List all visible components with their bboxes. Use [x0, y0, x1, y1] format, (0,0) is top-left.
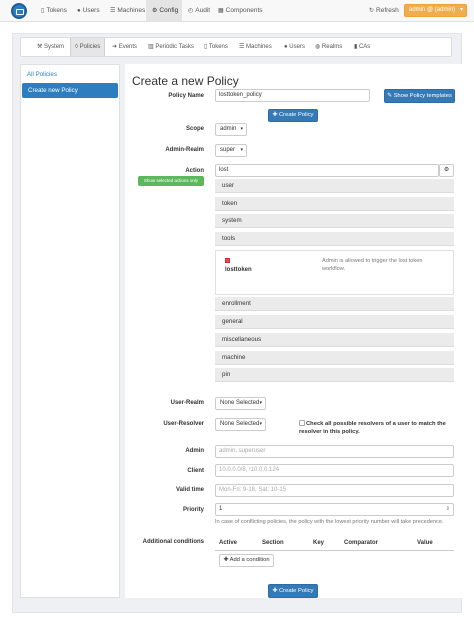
spinner-icon[interactable]: ⇕ — [446, 504, 450, 515]
token-icon: ▯ — [41, 8, 45, 14]
action-filter-input[interactable]: lost — [215, 164, 439, 177]
nav-components[interactable]: ▦ Components — [215, 0, 266, 22]
client-input[interactable]: 10.0.0.0/8, !10.0.0.124 — [215, 464, 454, 477]
user-icon: ● — [77, 8, 81, 14]
caret-down-icon: ▾ — [459, 7, 463, 13]
machine-icon: ☰ — [110, 8, 116, 14]
section-enrollment[interactable]: enrollment — [215, 297, 454, 311]
privacyidea-logo-icon[interactable] — [11, 3, 27, 19]
conditions-header-section: Section — [262, 540, 284, 546]
priority-label: Priority — [182, 507, 204, 513]
caret-down-icon: ▾ — [240, 147, 243, 153]
subnav-cas[interactable]: ▮ CAs — [354, 38, 370, 56]
losttoken-action-name: losttoken — [225, 267, 252, 273]
admin-realm-select[interactable]: super ▾ — [215, 144, 247, 157]
conditions-header-value: Value — [417, 540, 433, 546]
add-condition-button[interactable]: ✚ Add a condition — [219, 554, 274, 567]
subnav-realms[interactable]: ◍ Realms — [315, 38, 342, 56]
user-realm-label: User-Realm — [170, 400, 204, 406]
sidebar-item-create-new-policy[interactable]: Create new Policy — [22, 83, 118, 98]
caret-down-icon: ▾ — [259, 421, 262, 427]
check-all-resolvers-text-line2: resolver in this policy. — [299, 429, 360, 435]
priority-help-text: In case of conflicting policies, the pol… — [215, 519, 444, 525]
conditions-header-divider — [215, 550, 454, 551]
losttoken-checkbox[interactable] — [225, 258, 230, 263]
section-miscellaneous[interactable]: miscellaneous — [215, 333, 454, 347]
caret-down-icon: ▾ — [240, 126, 243, 132]
admin-input[interactable]: admin, superuser — [215, 445, 454, 458]
wrench-icon: ⚒ — [37, 44, 45, 50]
conditions-header-comparator: Comparator — [344, 540, 379, 546]
conditions-header-active: Active — [219, 540, 238, 546]
subnav-users[interactable]: ● Users — [284, 38, 305, 56]
refresh-icon: ↻ — [369, 8, 375, 14]
user-realm-select[interactable]: None Selected ▾ — [215, 397, 266, 410]
policy-sidebar: All Policies Create new Policy — [20, 64, 120, 598]
valid-time-label: Valid time — [175, 487, 204, 493]
action-label: Action — [185, 168, 204, 174]
section-user[interactable]: user — [215, 179, 454, 193]
scope-select[interactable]: admin ▾ — [215, 123, 247, 136]
events-icon: ➔ — [112, 44, 119, 50]
main-panel — [125, 64, 462, 598]
client-label: Client — [187, 468, 204, 474]
scope-label: Scope — [185, 126, 204, 132]
sidebar-item-all-policies[interactable]: All Policies — [21, 67, 119, 82]
admin-realm-label: Admin-Realm — [165, 147, 204, 153]
losttoken-description-line2: workflow. — [322, 266, 346, 272]
section-general[interactable]: general — [215, 315, 454, 329]
policy-name-input[interactable]: losttoken_policy — [215, 89, 370, 102]
user-resolver-select[interactable]: None Selected ▾ — [215, 418, 266, 431]
config-subnav: ⚒ System ◊ Policies ➔ Events ▥ Periodic … — [20, 37, 452, 57]
gear-icon: ⚙ — [152, 8, 158, 14]
additional-conditions-label: Additional conditions — [142, 539, 204, 545]
show-policy-templates-button[interactable]: ✎ Show Policy templates — [384, 89, 455, 103]
policy-name-label: Policy Name — [168, 93, 204, 99]
section-token[interactable]: token — [215, 197, 454, 211]
gear-icon: ⚙ — [443, 167, 450, 173]
nav-machines[interactable]: ☰ Machines — [107, 0, 148, 22]
user-resolver-label: User-Resolver — [163, 421, 204, 427]
machine-icon: ☰ — [239, 44, 247, 50]
nav-tokens[interactable]: ▯ Tokens — [38, 0, 70, 22]
components-icon: ▦ — [218, 8, 224, 14]
section-system[interactable]: system — [215, 214, 454, 228]
admin-label: Admin — [185, 448, 204, 454]
admin-dropdown[interactable]: admin @ (admin) ▾ — [404, 4, 467, 17]
nav-config[interactable]: ⚙ Config — [146, 0, 182, 22]
top-navbar: ▯ Tokens ● Users ☰ Machines ⚙ Config ◴ Audit … — [0, 0, 474, 22]
priority-input[interactable]: 1 ⇕ — [215, 503, 454, 516]
conditions-header-key: Key — [313, 540, 325, 546]
audit-icon: ◴ — [188, 8, 194, 14]
globe-icon: ◍ — [315, 44, 322, 50]
section-tools[interactable]: tools — [215, 232, 454, 246]
losttoken-description-line1: Admin is allowed to trigger the lost tok… — [322, 258, 423, 264]
subnav-tokens[interactable]: ▯ Tokens — [204, 38, 228, 56]
page-title: Create a new Policy — [132, 74, 239, 88]
check-all-resolvers-text-line1: Check all possible resolvers of a user t… — [306, 421, 446, 427]
action-settings-button[interactable]: ⚙ — [439, 164, 454, 177]
subnav-policies[interactable]: ◊ Policies — [70, 38, 106, 56]
nav-users[interactable]: ● Users — [74, 0, 103, 22]
refresh-button[interactable]: ↻ Refresh — [369, 0, 399, 22]
caret-down-icon: ▾ — [259, 400, 262, 406]
subnav-system[interactable]: ⚒ System — [37, 38, 64, 56]
valid-time-input[interactable]: Mon-Fri: 9-18, Sat: 10-15 — [215, 484, 454, 497]
show-selected-actions-button[interactable]: Show selected actions only — [138, 176, 204, 186]
subnav-periodic-tasks[interactable]: ▥ Periodic Tasks — [148, 38, 194, 56]
section-pin[interactable]: pin — [215, 368, 454, 382]
create-policy-button-bottom[interactable]: ✚ Create Policy — [268, 584, 318, 598]
subnav-events[interactable]: ➔ Events — [112, 38, 137, 56]
create-policy-button-top[interactable]: ✚ Create Policy — [268, 109, 318, 122]
section-machine[interactable]: machine — [215, 351, 454, 365]
nav-audit[interactable]: ◴ Audit — [185, 0, 213, 22]
subnav-machines[interactable]: ☰ Machines — [239, 38, 272, 56]
check-all-resolvers-checkbox[interactable] — [299, 420, 305, 426]
